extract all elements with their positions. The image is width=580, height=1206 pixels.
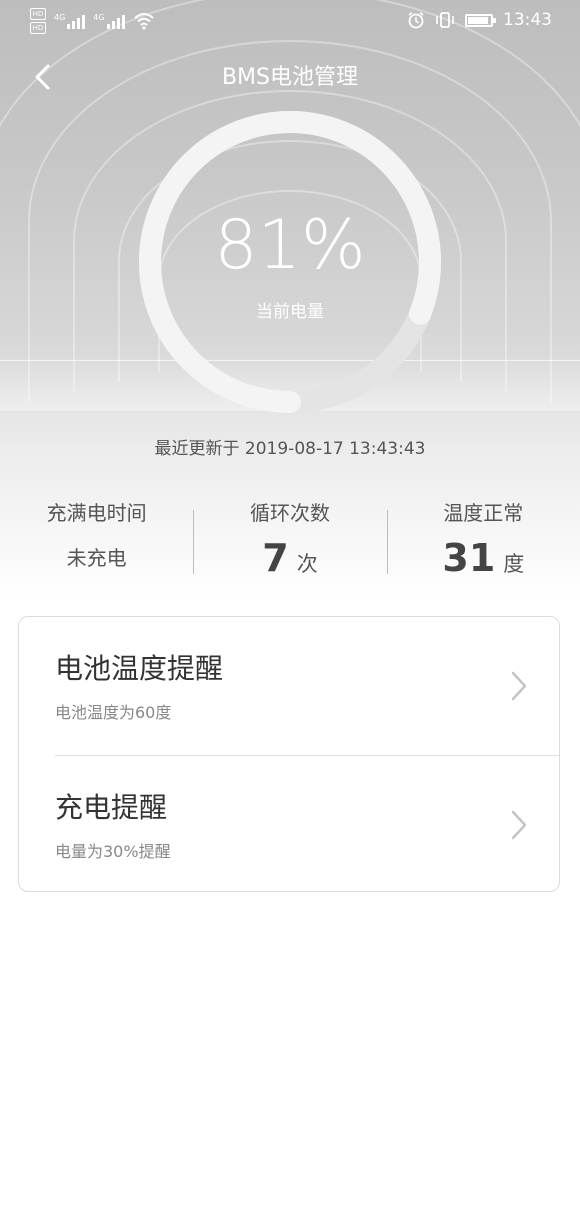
stats-row: 充满电时间 未充电 循环次数 7次 温度正常 31 度: [0, 496, 580, 586]
reminders-card: 电池温度提醒 电池温度为60度 充电提醒 电量为30%提醒: [18, 616, 560, 892]
stat-temperature: 温度正常 31 度: [386, 496, 580, 586]
stat-value-text: 未充电: [66, 546, 127, 570]
status-time: 13:43: [503, 10, 552, 30]
reminder-title: 电池温度提醒: [55, 652, 224, 685]
reminder-subtitle: 电池温度为60度: [55, 703, 172, 722]
chevron-right-icon: [511, 671, 527, 701]
reminder-subtitle: 电量为30%提醒: [55, 842, 171, 861]
vibrate-icon: [436, 12, 454, 28]
page-title: BMS电池管理: [221, 65, 359, 90]
battery-icon: [465, 13, 496, 27]
last-updated: 最近更新于 2019-08-17 13:43:43: [154, 439, 426, 459]
bms-battery-page: HD HD 4G 4G 13:43 BMS电池管理 81% 当前电量 最近更新于…: [0, 0, 580, 1206]
stat-value: 未充电: [0, 538, 193, 578]
stat-cycle-count: 循环次数 7次: [193, 496, 386, 586]
alarm-icon: [408, 11, 424, 29]
battery-percent: 81%: [214, 206, 366, 285]
stat-label: 温度正常: [443, 501, 524, 525]
chevron-right-icon: [511, 810, 527, 840]
reminder-title: 充电提醒: [55, 791, 168, 824]
stat-label: 充满电时间: [46, 501, 147, 525]
stat-value-number: 7: [262, 536, 289, 580]
stat-value-number: 31: [442, 536, 496, 580]
stat-label: 循环次数: [249, 501, 330, 525]
temperature-reminder-item[interactable]: 电池温度提醒 电池温度为60度: [19, 617, 561, 755]
status-left: HD HD 4G 4G: [30, 8, 155, 34]
wifi-icon: [133, 13, 154, 30]
stat-value: 31 度: [387, 538, 580, 584]
status-bar: HD HD 4G 4G 13:43: [0, 0, 580, 44]
stat-unit: 次: [296, 552, 318, 576]
hd-icon: HD HD: [30, 8, 46, 34]
stat-full-charge-time: 充满电时间 未充电: [0, 496, 193, 586]
stat-unit: 度: [503, 552, 525, 576]
signal-icon: 4G: [93, 13, 125, 29]
charge-reminder-item[interactable]: 充电提醒 电量为30%提醒: [19, 756, 561, 894]
battery-percent-label: 当前电量: [256, 302, 324, 322]
status-right: 13:43: [407, 10, 552, 30]
stat-value: 7次: [193, 538, 386, 584]
signal-icon: 4G: [54, 13, 86, 29]
